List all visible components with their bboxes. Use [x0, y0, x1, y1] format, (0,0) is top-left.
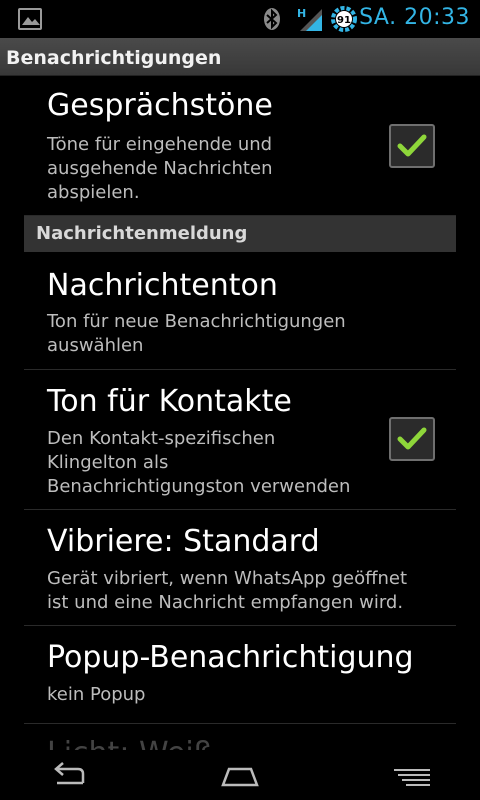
section-header: Nachrichtenmeldung	[24, 216, 456, 252]
checkmark-icon	[397, 134, 427, 157]
setting-notification-tone[interactable]: Nachrichtenton Ton für neue Benachrichti…	[24, 252, 456, 370]
back-icon[interactable]	[45, 760, 95, 790]
battery-level-label: 91	[337, 15, 351, 26]
checkmark-icon	[397, 427, 427, 450]
setting-summary: kein Popup	[47, 684, 146, 705]
setting-popup[interactable]: Popup-Benachrichtigung kein Popup	[24, 626, 456, 724]
image-notification-icon	[18, 8, 42, 30]
settings-list[interactable]: Gesprächstöne Töne für eingehende und au…	[0, 76, 480, 750]
setting-light[interactable]: Licht: Weiß	[47, 736, 213, 750]
bluetooth-icon	[264, 8, 280, 30]
setting-title: Popup-Benachrichtigung	[47, 640, 414, 675]
section-header-label: Nachrichtenmeldung	[36, 223, 248, 244]
navigation-bar	[0, 750, 480, 800]
network-type-label: H	[297, 7, 306, 20]
setting-title: Gesprächstöne	[47, 88, 273, 123]
setting-title: Ton für Kontakte	[47, 384, 292, 419]
clock: SA. 20:33	[359, 5, 470, 30]
setting-summary: Töne für eingehende und ausgehende Nachr…	[47, 134, 273, 203]
page-title: Benachrichtigungen	[6, 47, 222, 69]
contact-tones-checkbox[interactable]	[389, 417, 435, 461]
setting-summary: Gerät vibriert, wenn WhatsApp geöffnet i…	[47, 568, 408, 613]
signal-icon: H	[297, 7, 322, 31]
setting-title: Nachrichtenton	[47, 268, 278, 303]
home-icon[interactable]	[215, 760, 265, 790]
title-bar: Benachrichtigungen	[0, 38, 480, 76]
setting-conversation-tones[interactable]: Gesprächstöne Töne für eingehende und au…	[24, 76, 456, 216]
recent-apps-icon[interactable]	[388, 760, 438, 790]
setting-title: Vibriere: Standard	[47, 524, 320, 559]
conversation-tones-checkbox[interactable]	[389, 124, 435, 168]
setting-contact-tones[interactable]: Ton für Kontakte Den Kontakt-spezifische…	[24, 370, 456, 510]
setting-summary: Ton für neue Benachrichtigungen auswähle…	[47, 311, 346, 356]
battery-icon: 91	[331, 6, 357, 32]
status-bar: H 91 SA. 20:33	[0, 0, 480, 38]
setting-summary: Den Kontakt-spezifischen Klingelton als …	[47, 428, 351, 497]
setting-vibrate[interactable]: Vibriere: Standard Gerät vibriert, wenn …	[24, 510, 456, 626]
